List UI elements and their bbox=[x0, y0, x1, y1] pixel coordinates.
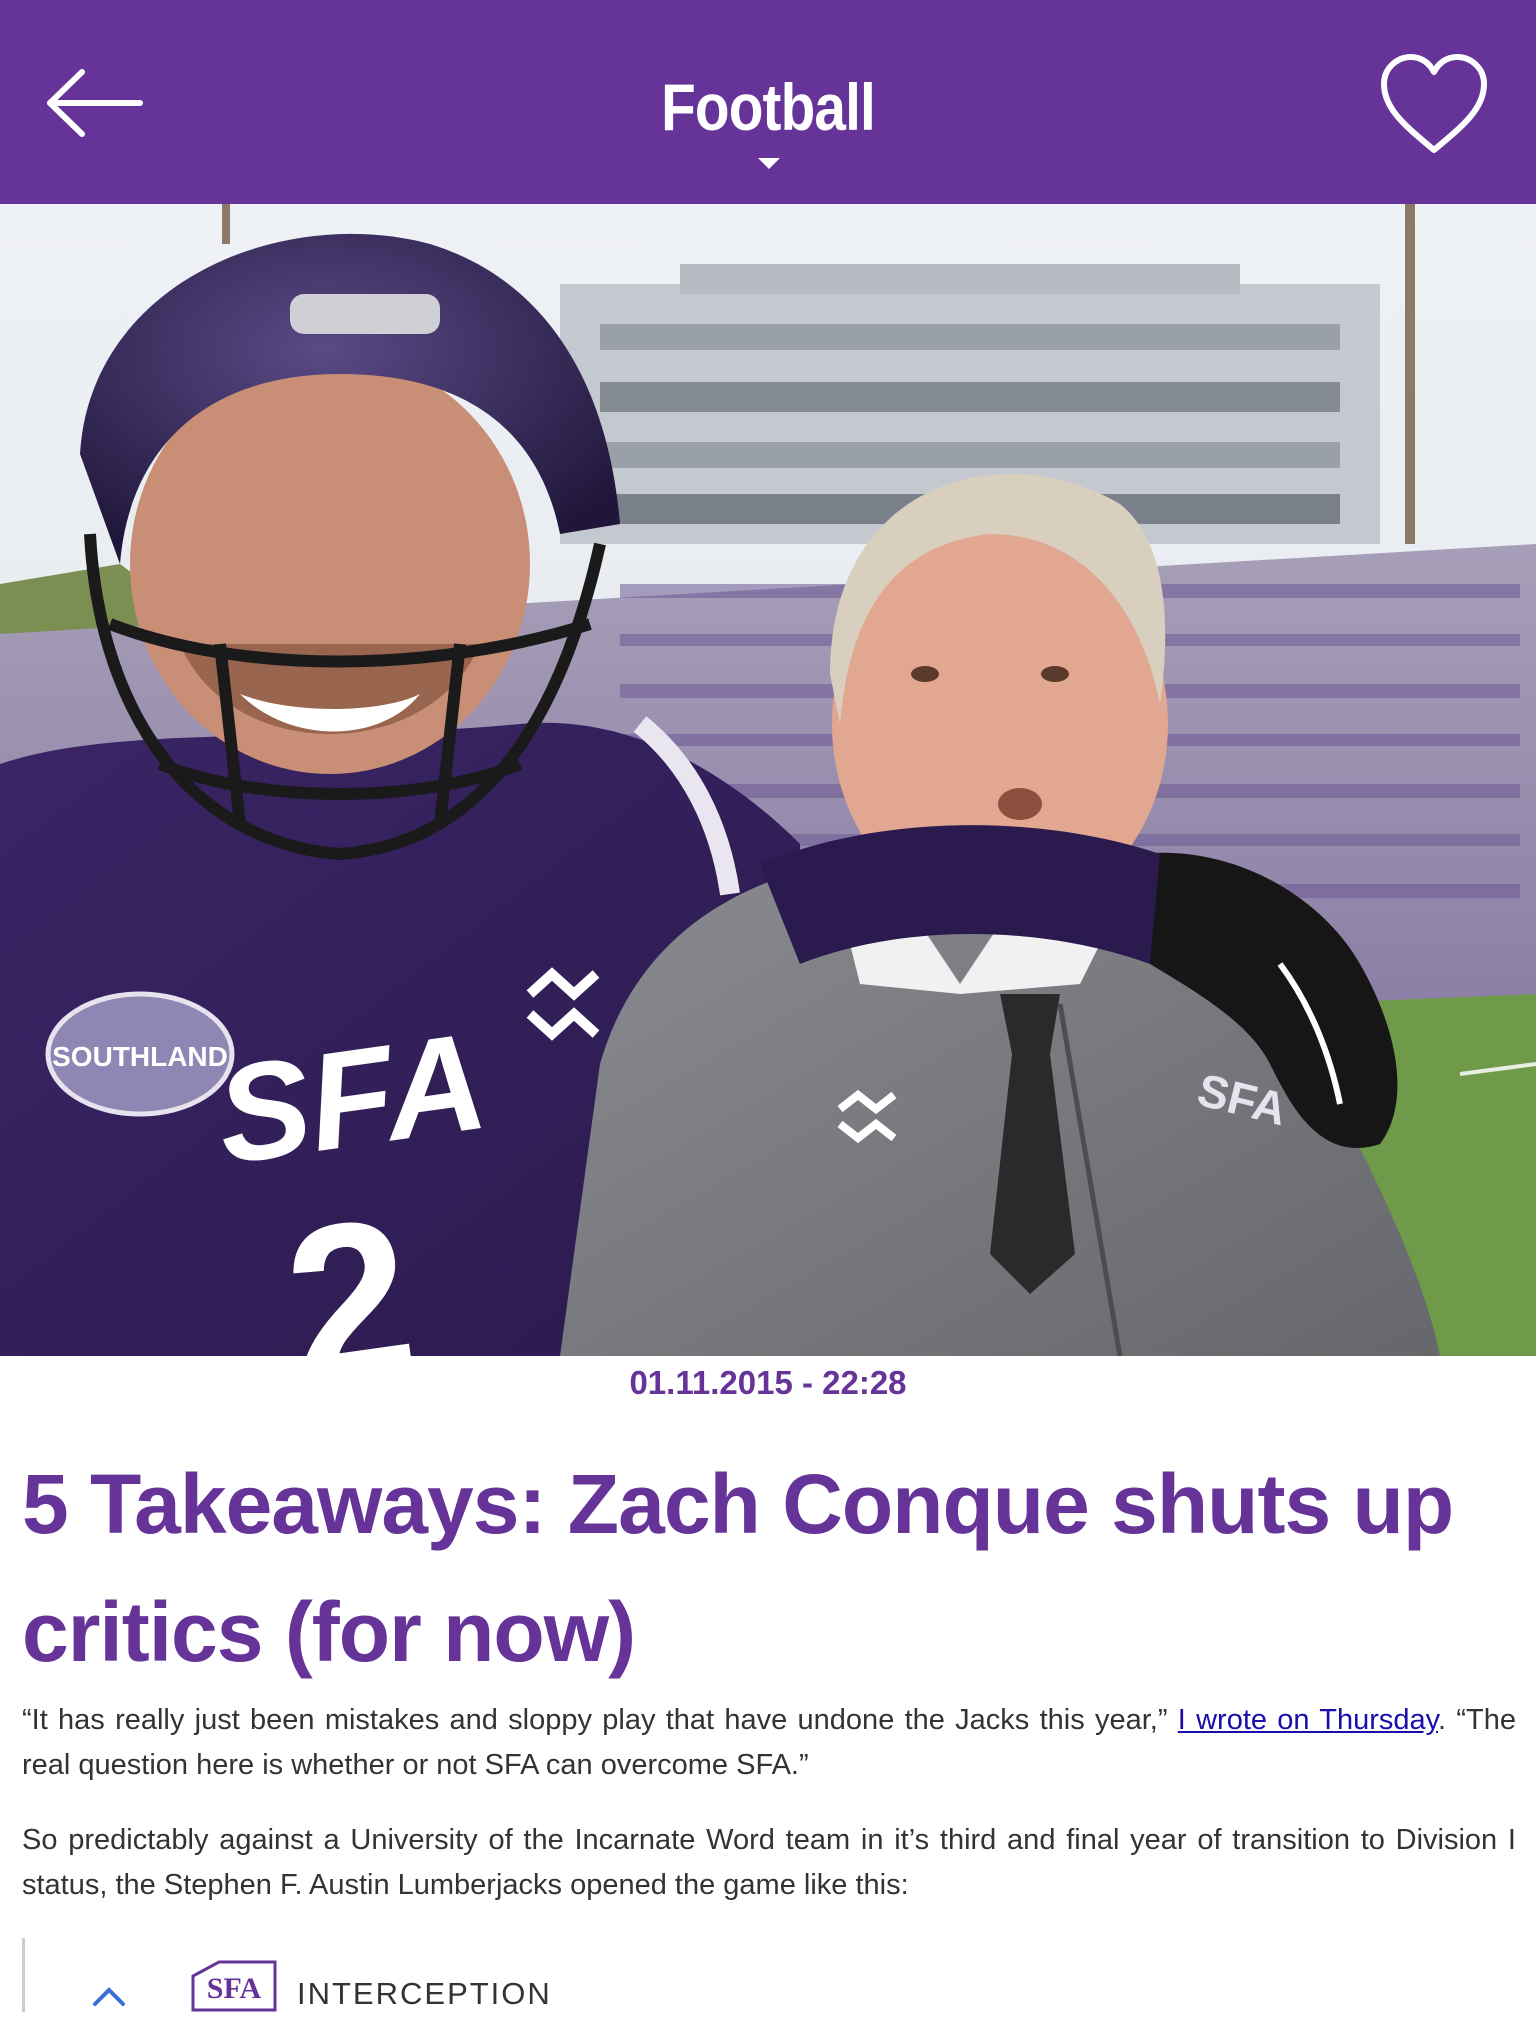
favorite-button[interactable] bbox=[1378, 52, 1490, 158]
section-title-dropdown[interactable]: Football bbox=[568, 62, 968, 182]
sfa-logo-icon: SFA bbox=[179, 1952, 289, 2012]
expand-button[interactable] bbox=[89, 1974, 129, 2014]
hero-image: SOUTHLAND SFA 2 SFA bbox=[0, 204, 1536, 1356]
heart-outline-icon bbox=[1381, 54, 1487, 153]
embed-title: INTERCEPTION bbox=[297, 1976, 552, 2011]
paragraph-text: “It has really just been mistakes and sl… bbox=[22, 1704, 1178, 1736]
embedded-post: SFA INTERCEPTION bbox=[22, 1938, 1519, 2012]
article-paragraph-2: So predictably against a University of t… bbox=[22, 1824, 1516, 1901]
chevron-up-icon bbox=[93, 1987, 125, 2006]
article-paragraph-1: “It has really just been mistakes and sl… bbox=[22, 1698, 1516, 1788]
caret-down-icon bbox=[758, 158, 780, 169]
back-button[interactable] bbox=[40, 58, 150, 148]
section-title: Football bbox=[661, 70, 876, 144]
inline-link[interactable]: I wrote on Thursday bbox=[1178, 1704, 1438, 1736]
jersey-patch-text: SOUTHLAND bbox=[52, 1041, 228, 1072]
arrow-left-icon bbox=[47, 69, 143, 137]
article-title: 5 Takeaways: Zach Conque shuts up critic… bbox=[22, 1457, 1454, 1679]
svg-text:SFA: SFA bbox=[207, 1972, 262, 2005]
top-app-bar: Football bbox=[0, 0, 1536, 204]
article-date: 01.11.2015 - 22:28 bbox=[629, 1364, 907, 1401]
